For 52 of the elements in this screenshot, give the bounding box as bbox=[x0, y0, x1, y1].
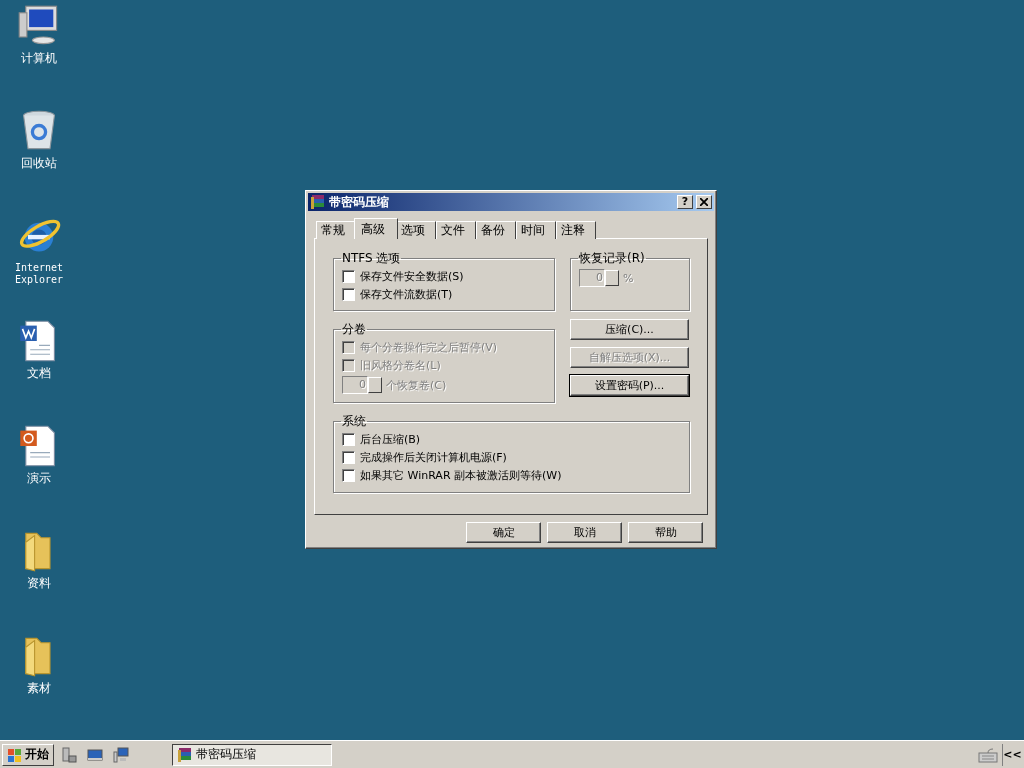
tab[interactable]: 备份 bbox=[476, 221, 516, 239]
tab[interactable]: 选项 bbox=[396, 221, 436, 239]
desktop-icon-label[interactable]: 素材 bbox=[27, 682, 51, 694]
checkbox-label: 完成操作后关闭计算机电源(F) bbox=[360, 449, 507, 465]
tab[interactable]: 注释 bbox=[556, 221, 596, 239]
group-title: 恢复记录(R) bbox=[578, 250, 646, 267]
checkbox-label: 保存文件安全数据(S) bbox=[360, 268, 464, 284]
dialog-button[interactable]: 取消 bbox=[547, 522, 622, 543]
checkbox-label: 旧风格分卷名(L) bbox=[360, 357, 441, 373]
checkbox[interactable] bbox=[342, 450, 355, 464]
group-title: 分卷 bbox=[341, 321, 367, 338]
close-button[interactable] bbox=[696, 195, 712, 209]
taskbar-button[interactable]: 带密码压缩 bbox=[172, 743, 332, 766]
checkbox[interactable] bbox=[342, 269, 355, 283]
checkbox-label: 每个分卷操作完之后暂停(V) bbox=[360, 339, 498, 355]
group-title: NTFS 选项 bbox=[341, 250, 402, 267]
windows-flag-icon[interactable] bbox=[7, 746, 23, 763]
close-icon[interactable] bbox=[700, 198, 708, 206]
desktop-icon-label[interactable]: 计算机 bbox=[21, 52, 57, 64]
dialog-button[interactable]: 设置密码(P)... bbox=[570, 375, 689, 396]
server-icon[interactable] bbox=[61, 746, 77, 763]
window-title: 带密码压缩 bbox=[329, 193, 390, 211]
tab[interactable]: 高级 bbox=[354, 218, 398, 239]
dialog-button[interactable]: 确定 bbox=[466, 522, 541, 543]
network-computer-icon[interactable] bbox=[113, 746, 129, 763]
desktop-icon-label[interactable]: 资料 bbox=[27, 577, 51, 589]
checkbox[interactable] bbox=[342, 432, 355, 446]
checkbox-label: 后台压缩(B) bbox=[360, 431, 421, 447]
group-title: 系统 bbox=[341, 413, 367, 430]
start-button[interactable]: 开始 bbox=[2, 743, 54, 766]
checkbox-label: 保存文件流数据(T) bbox=[360, 286, 453, 302]
spin-buttons[interactable] bbox=[368, 377, 382, 393]
checkbox[interactable] bbox=[342, 287, 355, 301]
books-icon bbox=[310, 194, 326, 210]
dialog-button[interactable]: 帮助 bbox=[628, 522, 703, 543]
tray-expand-button[interactable]: << bbox=[1002, 743, 1022, 766]
spin-buttons[interactable] bbox=[605, 270, 619, 286]
help-button[interactable]: ? bbox=[677, 195, 693, 209]
checkbox[interactable] bbox=[342, 468, 355, 482]
checkbox-label: 如果其它 WinRAR 副本被激活则等待(W) bbox=[360, 467, 562, 483]
unit-label: % bbox=[623, 271, 634, 285]
field-label: 个恢复卷(C) bbox=[386, 377, 447, 393]
tab[interactable]: 文件 bbox=[436, 221, 476, 239]
tab[interactable]: 常规 bbox=[316, 221, 356, 239]
desktop-icon-label[interactable]: 回收站 bbox=[21, 157, 57, 169]
desktop-icon-label[interactable]: 演示 bbox=[27, 472, 51, 484]
books-icon bbox=[177, 746, 193, 763]
desktop-icon[interactable] bbox=[87, 746, 103, 763]
desktop-icon-label[interactable]: Internet Explorer bbox=[9, 262, 69, 286]
dialog-button[interactable]: 压缩(C)... bbox=[570, 319, 689, 340]
desktop-icon-label[interactable]: 文档 bbox=[27, 367, 51, 379]
tab[interactable]: 时间 bbox=[516, 221, 556, 239]
